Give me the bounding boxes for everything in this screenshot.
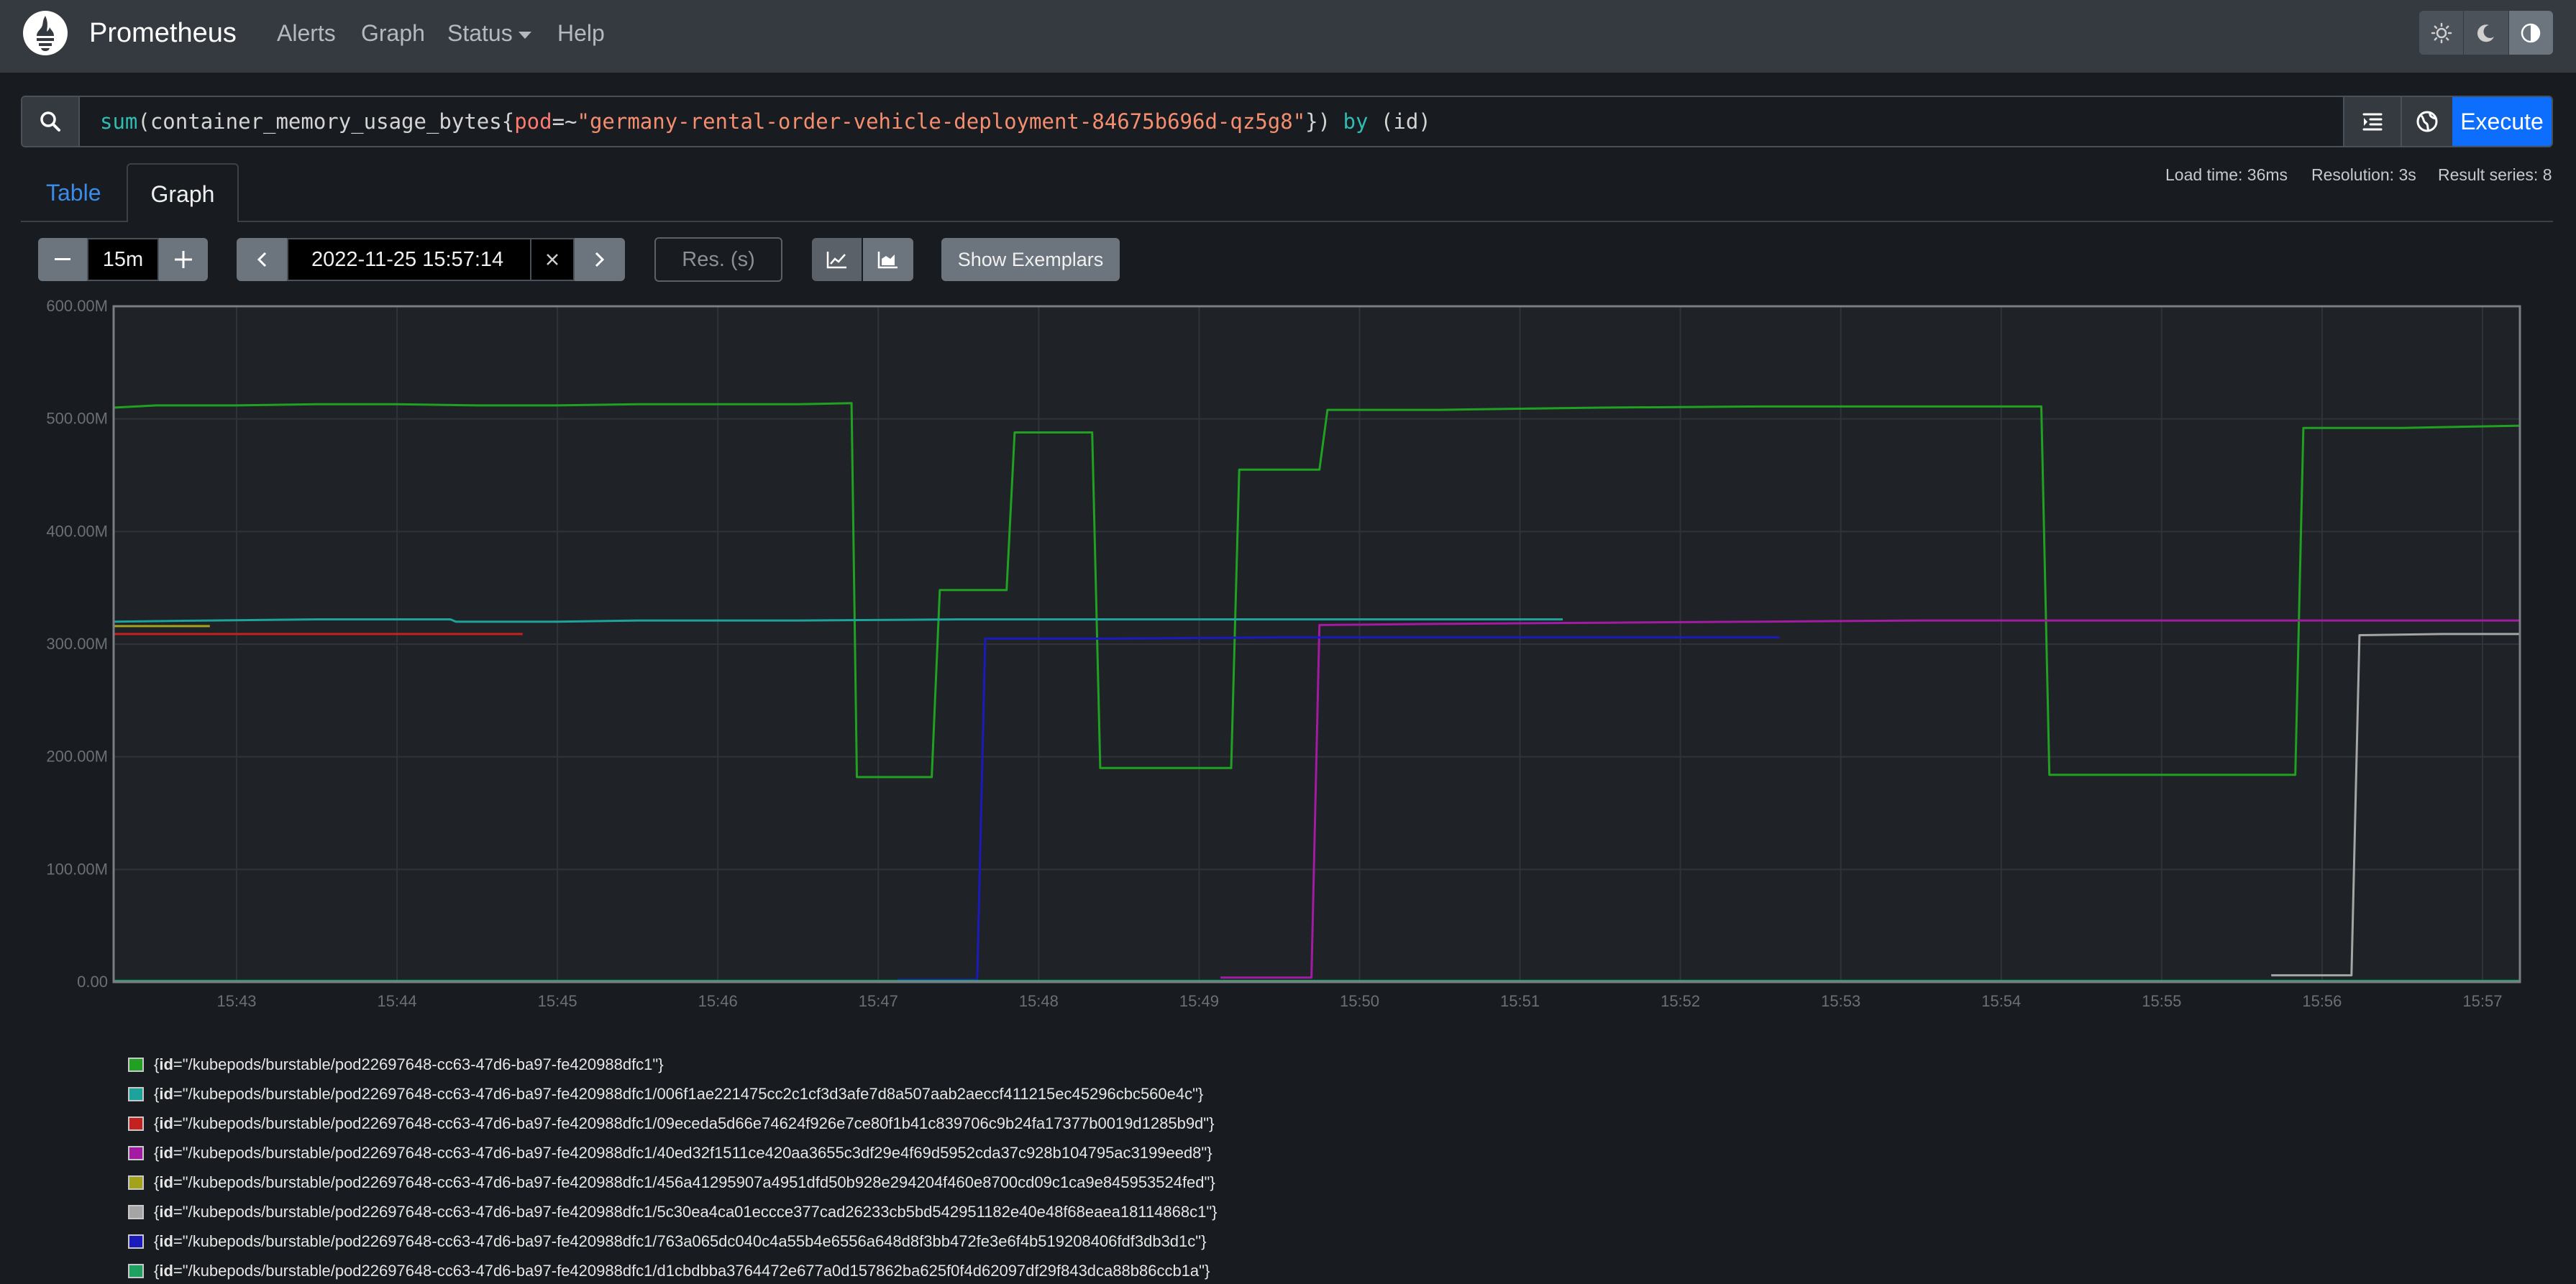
legend-swatch [128,1264,144,1278]
theme-dark-button[interactable] [2464,11,2509,55]
stacked-chart-icon [877,252,898,269]
line-chart-icon [826,252,846,269]
query-token-string: "germany-rental-order-vehicle-deployment… [577,109,1306,134]
theme-light-button[interactable] [2419,11,2465,55]
y-tick-label: 300.00M [46,635,108,653]
execute-button[interactable]: Execute [2452,97,2552,146]
tab-table[interactable]: Table [23,163,124,222]
globe-icon [2416,111,2438,132]
y-tick-label: 400.00M [46,522,108,540]
unstacked-chart-button[interactable] [812,238,862,281]
x-tick-label: 15:55 [2142,992,2181,1010]
brand-name[interactable]: Prometheus [89,16,237,50]
search-icon [40,111,60,132]
x-tick-label: 15:56 [2302,992,2342,1010]
legend-label: {id="/kubepods/burstable/pod22697648-cc6… [154,1203,1218,1221]
format-expression-button[interactable] [2343,97,2401,146]
y-tick-label: 100.00M [46,860,108,878]
legend-swatch [128,1058,144,1072]
expression-input[interactable]: sum(container_memory_usage_bytes{pod=~"g… [100,109,1431,134]
tab-divider [21,221,2553,222]
legend-label: {id="/kubepods/burstable/pod22697648-cc6… [154,1055,664,1073]
moon-icon [2477,24,2494,42]
show-exemplars-button[interactable]: Show Exemplars [941,238,1120,281]
legend-label: {id="/kubepods/burstable/pod22697648-cc6… [154,1085,1204,1103]
theme-toggle-group [2419,11,2553,55]
result-series-count: Result series: 8 [2438,165,2552,184]
x-tick-label: 15:51 [1500,992,1540,1010]
increase-range-button[interactable] [159,238,208,281]
prometheus-logo-icon[interactable] [22,10,68,56]
load-time: Load time: 36ms [2165,165,2288,184]
clear-end-time-button[interactable] [531,238,575,281]
nav-help[interactable]: Help [557,19,605,47]
stacked-chart-button[interactable] [863,238,913,281]
legend-label: {id="/kubepods/burstable/pod22697648-cc6… [154,1114,1215,1132]
x-tick-label: 15:57 [2462,992,2502,1010]
format-icon [2362,113,2383,131]
end-time-back-button[interactable] [237,238,287,281]
theme-auto-button[interactable] [2508,11,2553,55]
legend-label: {id="/kubepods/burstable/pod22697648-cc6… [154,1144,1212,1162]
x-tick-label: 15:54 [1981,992,2021,1010]
legend-swatch [128,1087,144,1101]
legend-label: {id="/kubepods/burstable/pod22697648-cc6… [154,1262,1210,1280]
nav-status-dropdown[interactable]: Status [447,19,531,47]
y-tick-label: 200.00M [46,748,108,766]
x-tick-label: 15:46 [698,992,738,1010]
sun-icon [2431,22,2452,43]
decrease-range-button[interactable] [38,238,87,281]
x-tick-label: 15:52 [1661,992,1700,1010]
tab-graph[interactable]: Graph [127,163,239,222]
x-axis: 15:43 15:44 15:45 15:46 15:47 15:48 15:49 15:50… [216,992,2502,1010]
time-series-chart[interactable]: 0.00 100.00M 200.00M 300.00M 400.00M 500.00M 6… [0,288,2576,1035]
query-token-keyword: by [1343,109,1369,134]
legend-swatch [128,1146,144,1160]
nav-graph[interactable]: Graph [361,19,425,47]
legend-swatch [128,1234,144,1249]
legend-label: {id="/kubepods/burstable/pod22697648-cc6… [154,1173,1215,1191]
navbar: Prometheus Alerts Graph Status Help [0,0,2576,73]
chevron-left-icon [257,252,267,267]
x-tick-label: 15:47 [859,992,898,1010]
resolution-stat: Resolution: 3s [2311,165,2416,184]
x-tick-label: 15:53 [1821,992,1860,1010]
end-time-input[interactable]: 2022-11-25 15:57:14 [287,238,531,281]
x-tick-label: 15:44 [378,992,417,1010]
nav-alerts[interactable]: Alerts [277,19,336,47]
chevron-right-icon [595,252,605,267]
plus-icon [175,251,192,268]
x-tick-label: 15:43 [216,992,256,1010]
y-axis: 0.00 100.00M 200.00M 300.00M 400.00M 500.00M 6… [46,297,108,991]
y-tick-label: 500.00M [46,410,108,428]
x-tick-label: 15:49 [1179,992,1219,1010]
contrast-icon [2521,23,2541,42]
legend-swatch [128,1175,144,1190]
minus-icon [55,258,70,260]
range-input[interactable]: 15m [87,238,159,281]
x-tick-label: 15:48 [1019,992,1059,1010]
expression-bar: sum(container_memory_usage_bytes{pod=~"g… [21,96,2553,147]
end-time-forward-button[interactable] [575,238,625,281]
query-token-label: pod [514,109,552,134]
y-tick-label: 600.00M [46,297,108,315]
resolution-input[interactable]: Res. (s) [654,237,782,282]
y-tick-label: 0.00 [77,973,108,991]
search-addon [22,97,80,146]
close-icon [547,254,558,265]
query-token-operator: =~ [552,109,577,134]
legend-label: {id="/kubepods/burstable/pod22697648-cc6… [154,1232,1207,1250]
nav-status-label: Status [447,20,513,46]
x-tick-label: 15:45 [538,992,577,1010]
legend-swatch [128,1116,144,1131]
query-token-close: }) [1305,109,1343,134]
x-tick-label: 15:50 [1340,992,1379,1010]
query-token-grouping: (id) [1368,109,1431,134]
query-token-function: sum [100,109,138,134]
query-token-metric: (container_memory_usage_bytes{ [137,109,515,134]
caret-down-icon [518,31,531,39]
legend-swatch [128,1205,144,1219]
metrics-explorer-button[interactable] [2401,97,2452,146]
